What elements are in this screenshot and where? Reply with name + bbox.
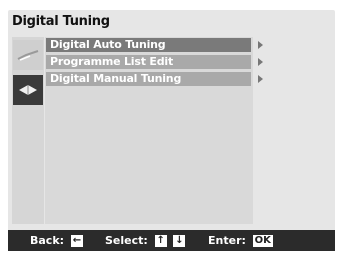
tuning-icon[interactable] (13, 40, 43, 70)
page-title: Digital Tuning (12, 14, 110, 29)
chevron-right-icon (258, 41, 263, 49)
chevron-right-icon (258, 58, 263, 66)
enter-hint: Enter: OK (208, 230, 273, 251)
menu-item-label: Digital Manual Tuning (50, 72, 182, 85)
select-label: Select: (105, 234, 148, 247)
menu-item-digital-manual-tuning[interactable]: Digital Manual Tuning (46, 72, 251, 86)
settings-icon[interactable] (13, 75, 43, 105)
up-arrow-icon[interactable]: ↑ (154, 235, 167, 247)
tuning-menu-window: Digital Tuning Digital Auto Tuning Progr… (8, 10, 335, 251)
back-arrow-icon[interactable]: ← (70, 235, 83, 247)
down-arrow-icon[interactable]: ↓ (173, 235, 186, 247)
enter-label: Enter: (208, 234, 246, 247)
back-hint: Back: ← (30, 230, 83, 251)
menu-item-digital-auto-tuning[interactable]: Digital Auto Tuning (46, 38, 251, 52)
menu-item-programme-list-edit[interactable]: Programme List Edit (46, 55, 251, 69)
select-hint: Select: ↑ ↓ (105, 230, 186, 251)
chevron-right-icon (258, 75, 263, 83)
icon-column (12, 37, 44, 224)
menu-item-label: Programme List Edit (50, 55, 174, 68)
key-help-bar: Back: ← Select: ↑ ↓ Enter: OK (8, 230, 335, 251)
back-label: Back: (30, 234, 65, 247)
ok-button[interactable]: OK (252, 235, 273, 247)
menu-item-label: Digital Auto Tuning (50, 38, 166, 51)
